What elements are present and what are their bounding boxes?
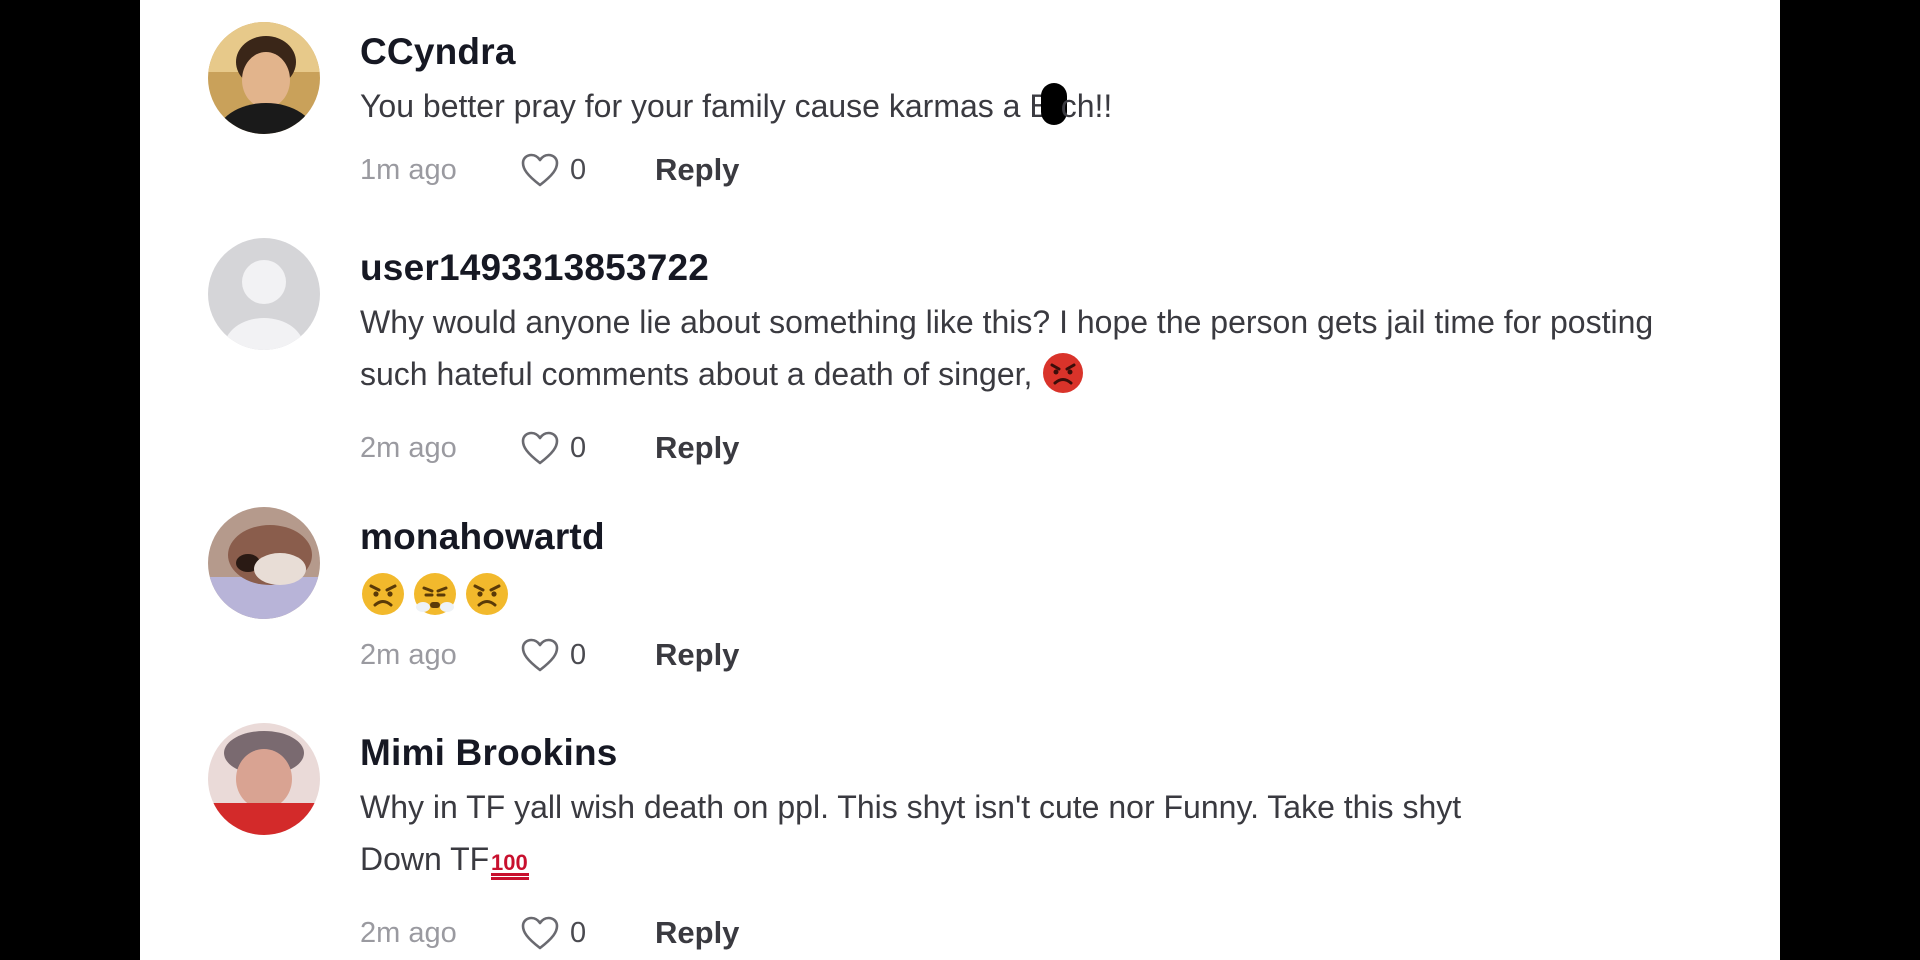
svg-text:100: 100	[491, 850, 528, 875]
comment-text-part: Down TF	[360, 841, 490, 877]
timestamp: 2m ago	[360, 916, 457, 949]
like-count: 0	[570, 431, 587, 464]
like-count: 0	[570, 916, 587, 949]
avatar-photo	[208, 22, 320, 134]
reply-button[interactable]: Reply	[655, 915, 739, 951]
angry-face-icon	[1041, 351, 1085, 410]
avatar-photo	[208, 507, 320, 619]
like-count: 0	[570, 638, 587, 671]
comment-meta: 2m ago 0 Reply	[360, 424, 1720, 472]
steam-nose-face-icon	[414, 573, 456, 615]
avatar[interactable]	[208, 507, 320, 619]
comment-text: Why would anyone lie about something lik…	[360, 296, 1720, 410]
heart-icon	[521, 431, 559, 465]
heart-icon	[521, 153, 559, 187]
hundred-points-icon: 100	[489, 843, 533, 895]
reply-button[interactable]: Reply	[655, 152, 739, 188]
avatar-photo	[208, 723, 320, 835]
default-user-icon	[208, 238, 320, 350]
angry-face-icon	[466, 573, 508, 615]
reply-button[interactable]: Reply	[655, 430, 739, 466]
comment-meta: 2m ago 0 Reply	[360, 631, 1720, 679]
like-button[interactable]: 0	[520, 152, 655, 188]
comments-panel: CCyndra You better pray for your family …	[140, 0, 1780, 960]
avatar[interactable]	[208, 723, 320, 835]
avatar[interactable]	[208, 238, 320, 350]
comment-text: Why in TF yall wish death on ppl. This s…	[360, 781, 1720, 895]
timestamp: 1m ago	[360, 153, 457, 186]
comment-text-line: Down TF 100	[360, 833, 1720, 895]
reply-button[interactable]: Reply	[655, 637, 739, 673]
timestamp: 2m ago	[360, 638, 457, 671]
like-button[interactable]: 0	[520, 430, 655, 466]
heart-icon	[521, 638, 559, 672]
like-count: 0	[570, 153, 587, 186]
comment-text-line: Why in TF yall wish death on ppl. This s…	[360, 789, 1462, 825]
comment-meta: 1m ago 0 Reply	[360, 146, 1720, 194]
username[interactable]: CCyndra	[360, 30, 1720, 74]
username[interactable]: Mimi Brookins	[360, 731, 1720, 775]
avatar[interactable]	[208, 22, 320, 134]
angry-face-icon	[362, 573, 404, 615]
comment-text: You better pray for your family cause ka…	[360, 80, 1720, 132]
comment-text-part: Why would anyone lie about something lik…	[360, 304, 1654, 392]
comment-text-part: ch!!	[1060, 88, 1113, 124]
comment-meta: 2m ago 0 Reply	[360, 909, 1720, 957]
timestamp: 2m ago	[360, 431, 457, 464]
like-button[interactable]: 0	[520, 915, 655, 951]
emoji-row	[360, 571, 1720, 617]
comment-text-part: You better pray for your family cause ka…	[360, 88, 1051, 124]
username[interactable]: monahowartd	[360, 515, 1720, 559]
like-button[interactable]: 0	[520, 637, 655, 673]
username[interactable]: user1493313853722	[360, 246, 1720, 290]
heart-icon	[521, 916, 559, 950]
